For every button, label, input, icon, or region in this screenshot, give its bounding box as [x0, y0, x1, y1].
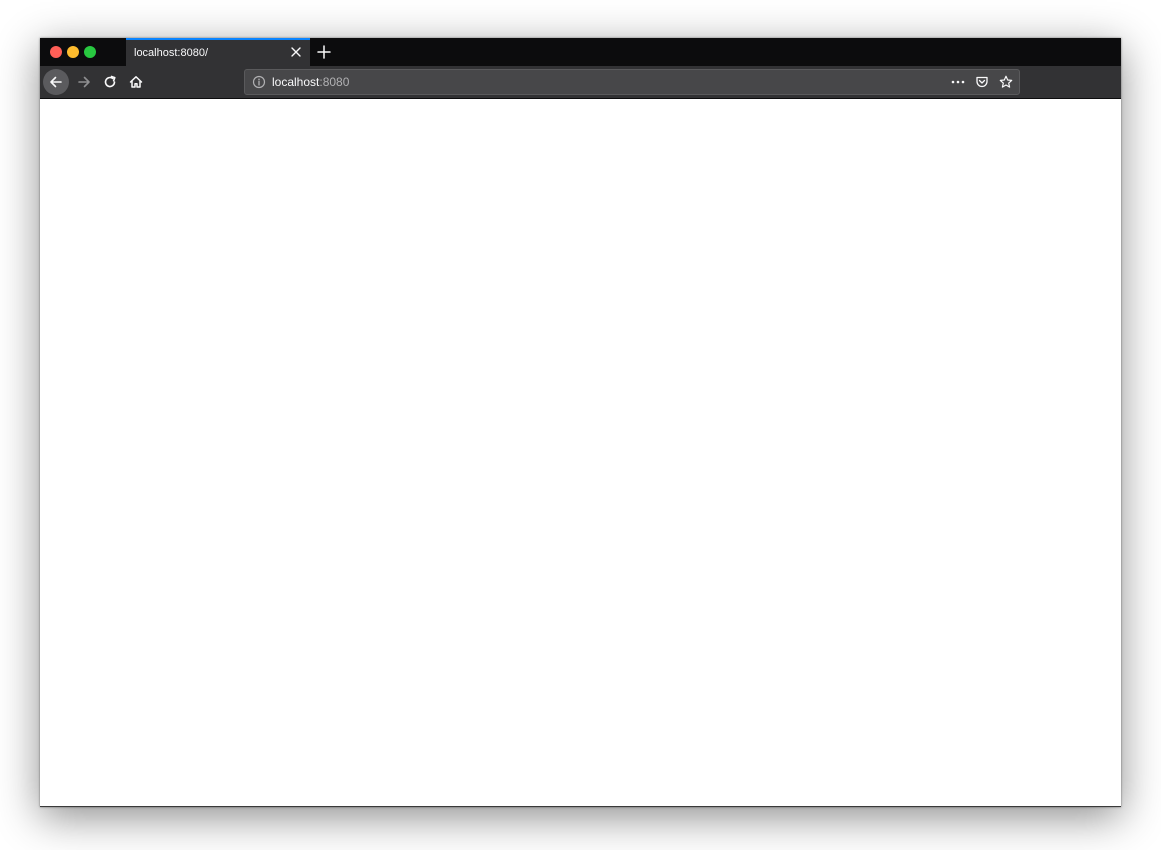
new-tab-button[interactable]: [314, 42, 334, 62]
plus-icon: [317, 45, 331, 59]
pocket-icon[interactable]: [973, 73, 991, 91]
forward-button[interactable]: [71, 69, 97, 95]
url-host: localhost: [272, 75, 320, 89]
arrow-left-icon: [50, 76, 62, 88]
reload-icon: [104, 75, 116, 88]
back-button[interactable]: [43, 69, 69, 95]
window-close-button[interactable]: [50, 46, 62, 58]
bookmark-star-icon[interactable]: [997, 73, 1015, 91]
url-text[interactable]: localhost:8080: [272, 75, 349, 89]
window-minimize-button[interactable]: [67, 46, 79, 58]
url-bar[interactable]: localhost:8080: [244, 69, 1020, 95]
browser-window: localhost:8080/ localhost:8080: [40, 38, 1121, 807]
more-icon[interactable]: [949, 73, 967, 91]
info-icon[interactable]: [252, 75, 266, 89]
tab-title: localhost:8080/: [134, 47, 208, 59]
window-bottom-edge: [40, 806, 1121, 807]
home-icon: [129, 76, 143, 88]
tab-active[interactable]: localhost:8080/: [126, 38, 310, 66]
arrow-right-icon: [78, 76, 90, 88]
window-maximize-button[interactable]: [84, 46, 96, 58]
home-button[interactable]: [123, 69, 149, 95]
url-port: :8080: [319, 75, 350, 89]
page-content: [40, 99, 1121, 807]
tab-bar: localhost:8080/: [40, 38, 1121, 66]
reload-button[interactable]: [97, 69, 123, 95]
nav-toolbar: localhost:8080: [40, 66, 1121, 99]
close-icon[interactable]: [288, 44, 304, 60]
url-actions: [949, 73, 1015, 91]
